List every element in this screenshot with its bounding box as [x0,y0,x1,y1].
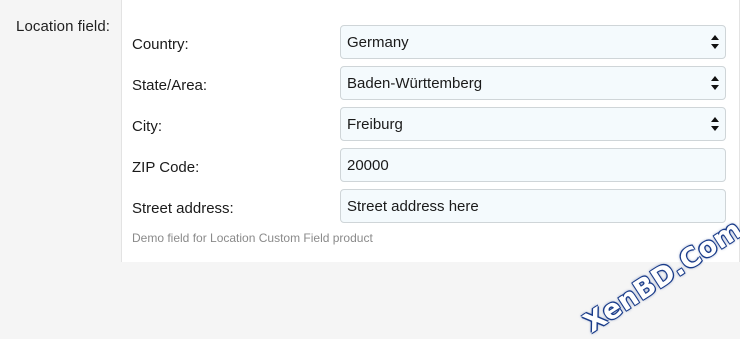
state-select[interactable]: Baden-Württemberg [340,66,726,100]
zip-input[interactable] [341,149,725,181]
select-arrows-icon [711,117,719,131]
country-label: Country: [132,36,189,53]
street-field[interactable] [340,189,726,223]
country-select-value: Germany [347,34,409,51]
street-row: Street address: [122,189,740,225]
country-select[interactable]: Germany [340,25,726,59]
zip-field[interactable] [340,148,726,182]
field-hint: Demo field for Location Custom Field pro… [132,231,373,245]
select-arrows-icon [711,35,719,49]
location-field-panel: Country: Germany State/Area: Baden-Württ… [121,0,740,262]
zip-label: ZIP Code: [132,159,200,176]
state-select-value: Baden-Württemberg [347,75,483,92]
select-arrows-icon [711,76,719,90]
city-label: City: [132,118,162,135]
zip-row: ZIP Code: [122,148,740,184]
street-label: Street address: [132,200,234,217]
city-select[interactable]: Freiburg [340,107,726,141]
state-label: State/Area: [132,77,208,94]
city-select-value: Freiburg [347,116,403,133]
location-field-label: Location field: [16,18,111,35]
street-input[interactable] [341,190,725,222]
state-row: State/Area: Baden-Württemberg [122,66,740,102]
city-row: City: Freiburg [122,107,740,143]
country-row: Country: Germany [122,25,740,61]
field-label-column: Location field: [0,0,121,262]
